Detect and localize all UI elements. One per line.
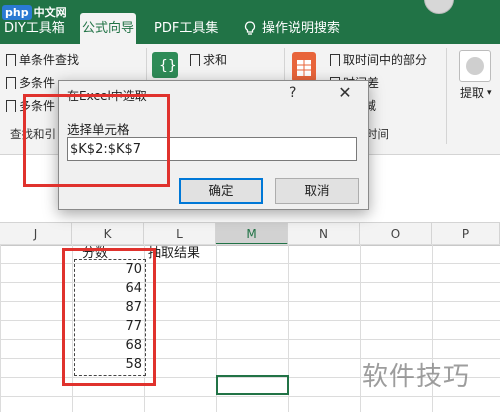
bookmark-icon xyxy=(6,53,16,69)
column-headers: J K L M N O P xyxy=(0,222,500,246)
tab-search-help[interactable]: 操作说明搜索 xyxy=(262,14,340,44)
column-header-j[interactable]: J xyxy=(0,223,72,245)
spreadsheet-table-icon[interactable] xyxy=(292,52,316,82)
highlight-box-dialog-input xyxy=(23,94,170,187)
extract-icon[interactable] xyxy=(459,50,491,82)
chevron-down-icon: ▾ xyxy=(487,87,492,98)
single-condition-lookup-button[interactable]: 单条件查找 xyxy=(6,51,79,69)
multi-condition-button-1[interactable]: 多条件 xyxy=(6,74,55,92)
avatar[interactable] xyxy=(424,0,454,14)
time-part-button[interactable]: 取时间中的部分 xyxy=(330,51,427,69)
tab-pdf-tools[interactable]: PDF工具集 xyxy=(154,14,218,44)
group-label-time: 时间 xyxy=(366,127,389,141)
column-header-n[interactable]: N xyxy=(288,223,360,245)
bookmark-icon xyxy=(6,99,16,115)
tab-diy-toolbox[interactable]: DIY工具箱 xyxy=(4,14,65,44)
svg-text:{}: {} xyxy=(159,58,177,74)
lightbulb-icon xyxy=(244,21,256,35)
help-button[interactable]: ? xyxy=(289,85,296,101)
column-header-m[interactable]: M xyxy=(216,223,288,245)
curly-braces-icon[interactable]: {} xyxy=(152,52,178,78)
tab-formula-wizard[interactable]: 公式向导 xyxy=(80,13,136,44)
bookmark-icon xyxy=(330,53,340,69)
ribbon-tab-bar: php 中文网 DIY工具箱 公式向导 PDF工具集 操作说明搜索 xyxy=(0,0,500,44)
active-cell-cursor[interactable] xyxy=(216,375,289,395)
column-header-o[interactable]: O xyxy=(360,223,432,245)
ok-button[interactable]: 确定 xyxy=(179,178,263,204)
bookmark-icon xyxy=(190,53,200,69)
close-icon[interactable]: ✕ xyxy=(335,83,355,102)
ribbon-separator xyxy=(446,48,447,144)
highlight-box-score-range xyxy=(62,248,156,386)
bookmark-icon xyxy=(6,76,16,92)
cancel-button[interactable]: 取消 xyxy=(275,178,359,204)
watermark-text: 软件技巧 xyxy=(362,362,471,392)
sum-button[interactable]: 求和 xyxy=(190,51,227,69)
extract-button[interactable]: 提取 ▾ xyxy=(460,84,492,101)
column-header-p[interactable]: P xyxy=(432,223,500,245)
